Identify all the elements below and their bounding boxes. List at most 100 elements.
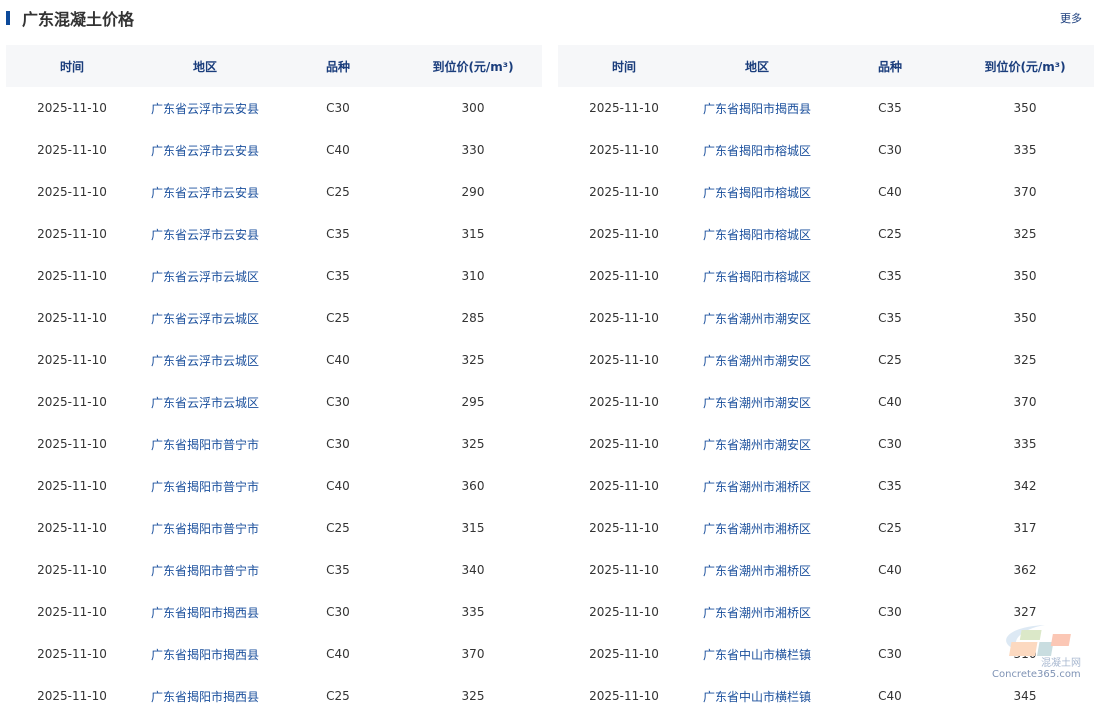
grade-cell: C40 — [326, 143, 350, 157]
price-cell: 340 — [461, 563, 485, 577]
grade-cell: C25 — [878, 521, 902, 535]
region-link[interactable]: 广东省云浮市云城区 — [138, 381, 272, 423]
table-row: 2025-11-10 广东省揭阳市普宁市 C40 360 — [6, 465, 542, 507]
region-link[interactable]: 广东省潮州市潮安区 — [690, 339, 824, 381]
price-cell: 370 — [461, 647, 485, 661]
grade-cell: C35 — [326, 227, 350, 241]
grade-cell: C35 — [878, 311, 902, 325]
region-link[interactable]: 广东省揭阳市揭西县 — [138, 633, 272, 675]
grade-cell: C35 — [878, 269, 902, 283]
price-cell: 325 — [1013, 227, 1037, 241]
region-link[interactable]: 广东省潮州市湘桥区 — [690, 507, 824, 549]
region-link[interactable]: 广东省云浮市云城区 — [138, 297, 272, 339]
date-cell: 2025-11-10 — [589, 605, 659, 619]
date-cell: 2025-11-10 — [37, 647, 107, 661]
region-link[interactable]: 广东省云浮市云城区 — [138, 255, 272, 297]
date-cell: 2025-11-10 — [37, 563, 107, 577]
more-link[interactable]: 更多 — [1060, 10, 1082, 26]
region-link[interactable]: 广东省揭阳市榕城区 — [690, 171, 824, 213]
table-row: 2025-11-10 广东省潮州市潮安区 C25 325 — [558, 339, 1094, 381]
price-cell: 335 — [461, 605, 485, 619]
region-link[interactable]: 广东省云浮市云安县 — [138, 213, 272, 255]
price-cell: 345 — [1013, 689, 1037, 703]
column-header: 地区 — [138, 45, 272, 87]
price-cell: 335 — [1013, 143, 1037, 157]
date-cell: 2025-11-10 — [37, 269, 107, 283]
date-cell: 2025-11-10 — [589, 563, 659, 577]
table-row: 2025-11-10 广东省潮州市潮安区 C40 370 — [558, 381, 1094, 423]
title-accent-bar — [6, 11, 10, 25]
region-link[interactable]: 广东省中山市横栏镇 — [690, 633, 824, 675]
region-link[interactable]: 广东省揭阳市普宁市 — [138, 423, 272, 465]
table-row: 2025-11-10 广东省揭阳市揭西县 C30 335 — [6, 591, 542, 633]
price-table-right: 时间 地区 品种 到位价(元/m³) 2025-11-10 广东省揭阳市揭西县 C35 350… — [558, 45, 1094, 717]
region-link[interactable]: 广东省云浮市云安县 — [138, 87, 272, 129]
region-link[interactable]: 广东省揭阳市普宁市 — [138, 549, 272, 591]
region-link[interactable]: 广东省揭阳市榕城区 — [690, 213, 824, 255]
price-cell: 325 — [461, 437, 485, 451]
region-link[interactable]: 广东省揭阳市揭西县 — [690, 87, 824, 129]
price-cell: 325 — [461, 353, 485, 367]
table-row: 2025-11-10 广东省揭阳市榕城区 C35 350 — [558, 255, 1094, 297]
table-row: 2025-11-10 广东省揭阳市揭西县 C35 350 — [558, 87, 1094, 129]
grade-cell: C35 — [878, 479, 902, 493]
grade-cell: C25 — [326, 311, 350, 325]
grade-cell: C30 — [326, 605, 350, 619]
table-row: 2025-11-10 广东省云浮市云安县 C40 330 — [6, 129, 542, 171]
grade-cell: C30 — [878, 143, 902, 157]
grade-cell: C35 — [878, 101, 902, 115]
date-cell: 2025-11-10 — [37, 689, 107, 703]
date-cell: 2025-11-10 — [589, 143, 659, 157]
price-cell: 325 — [461, 689, 485, 703]
date-cell: 2025-11-10 — [37, 353, 107, 367]
table-row: 2025-11-10 广东省云浮市云安县 C30 300 — [6, 87, 542, 129]
table-row: 2025-11-10 广东省云浮市云城区 C40 325 — [6, 339, 542, 381]
table-row: 2025-11-10 广东省潮州市湘桥区 C30 327 — [558, 591, 1094, 633]
table-row: 2025-11-10 广东省云浮市云城区 C25 285 — [6, 297, 542, 339]
grade-cell: C40 — [878, 563, 902, 577]
grade-cell: C30 — [878, 605, 902, 619]
region-link[interactable]: 广东省揭阳市普宁市 — [138, 507, 272, 549]
column-header: 地区 — [690, 45, 824, 87]
region-link[interactable]: 广东省云浮市云安县 — [138, 129, 272, 171]
region-link[interactable]: 广东省揭阳市榕城区 — [690, 129, 824, 171]
region-link[interactable]: 广东省揭阳市揭西县 — [138, 591, 272, 633]
table-row: 2025-11-10 广东省潮州市潮安区 C30 335 — [558, 423, 1094, 465]
table-row: 2025-11-10 广东省云浮市云城区 C35 310 — [6, 255, 542, 297]
region-link[interactable]: 广东省云浮市云安县 — [138, 171, 272, 213]
region-link[interactable]: 广东省揭阳市榕城区 — [690, 255, 824, 297]
region-link[interactable]: 广东省潮州市湘桥区 — [690, 549, 824, 591]
table-header-row: 时间 地区 品种 到位价(元/m³) — [558, 45, 1094, 87]
grade-cell: C25 — [326, 521, 350, 535]
table-row: 2025-11-10 广东省云浮市云城区 C30 295 — [6, 381, 542, 423]
table-row: 2025-11-10 广东省潮州市湘桥区 C25 317 — [558, 507, 1094, 549]
region-link[interactable]: 广东省中山市横栏镇 — [690, 675, 824, 717]
grade-cell: C35 — [326, 563, 350, 577]
price-cell: 350 — [1013, 311, 1037, 325]
date-cell: 2025-11-10 — [37, 437, 107, 451]
date-cell: 2025-11-10 — [37, 395, 107, 409]
region-link[interactable]: 广东省潮州市湘桥区 — [690, 465, 824, 507]
price-cell: 310 — [461, 269, 485, 283]
price-cell: 317 — [1013, 521, 1037, 535]
region-link[interactable]: 广东省揭阳市普宁市 — [138, 465, 272, 507]
table-header-row: 时间 地区 品种 到位价(元/m³) — [6, 45, 542, 87]
column-header: 品种 — [824, 45, 956, 87]
region-link[interactable]: 广东省云浮市云城区 — [138, 339, 272, 381]
grade-cell: C30 — [326, 101, 350, 115]
region-link[interactable]: 广东省揭阳市揭西县 — [138, 675, 272, 717]
date-cell: 2025-11-10 — [37, 185, 107, 199]
region-link[interactable]: 广东省潮州市潮安区 — [690, 423, 824, 465]
grade-cell: C30 — [326, 395, 350, 409]
section-header: 广东混凝土价格 — [6, 8, 134, 29]
price-cell: 335 — [1013, 437, 1037, 451]
table-row: 2025-11-10 广东省揭阳市榕城区 C40 370 — [558, 171, 1094, 213]
price-cell: 290 — [461, 185, 485, 199]
region-link[interactable]: 广东省潮州市潮安区 — [690, 297, 824, 339]
column-header: 到位价(元/m³) — [956, 45, 1094, 87]
column-header: 时间 — [6, 45, 138, 87]
region-link[interactable]: 广东省潮州市潮安区 — [690, 381, 824, 423]
region-link[interactable]: 广东省潮州市湘桥区 — [690, 591, 824, 633]
table-row: 2025-11-10 广东省潮州市湘桥区 C40 362 — [558, 549, 1094, 591]
price-table-left: 时间 地区 品种 到位价(元/m³) 2025-11-10 广东省云浮市云安县 C30 300… — [6, 45, 542, 717]
